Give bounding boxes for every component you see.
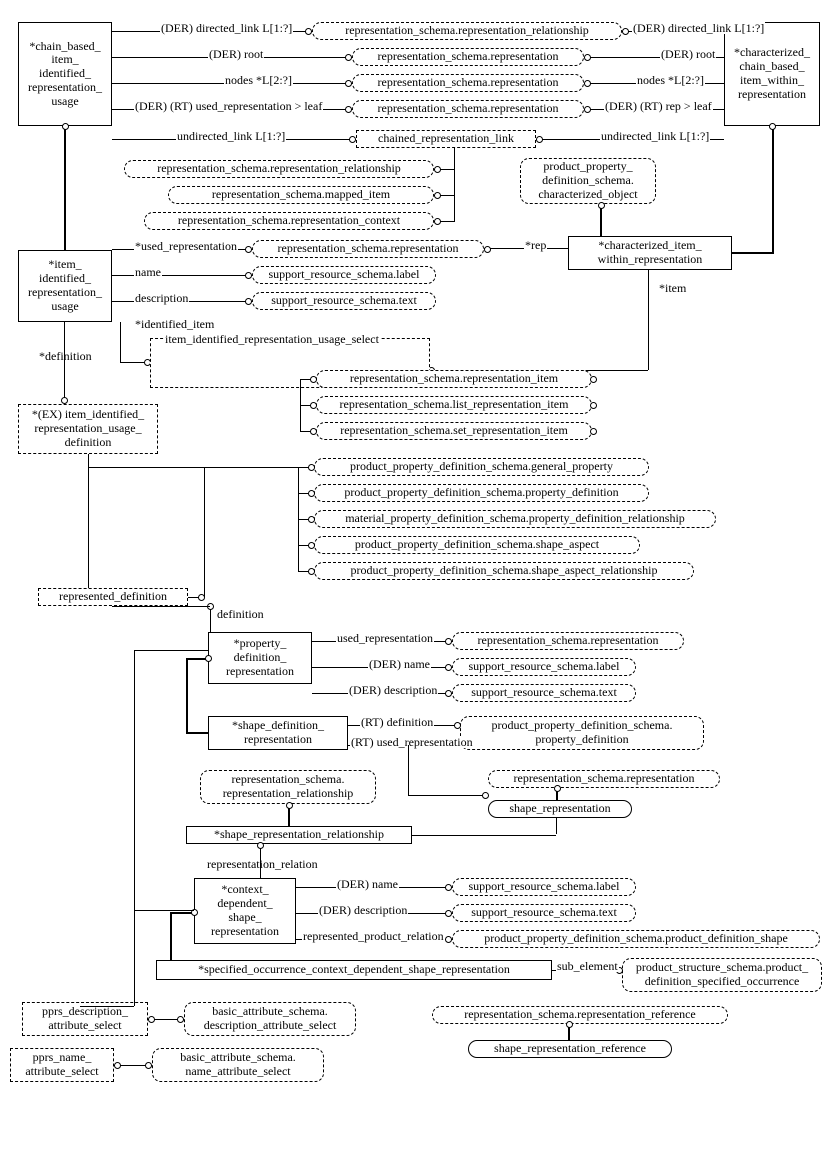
select-pds-attr: pprs_description_attribute_select (22, 1002, 148, 1036)
lbl-used-rep: *used_representation (134, 240, 238, 252)
pill-rsr-nodes: representation_schema.representation (352, 74, 584, 92)
pill-srs-label2: support_resource_schema.label (452, 658, 636, 676)
express-g-diagram: *chain_based_item_identified_representat… (0, 0, 834, 1157)
pill-bas-desc: basic_attribute_schema.description_attri… (184, 1002, 356, 1036)
pill-rsrr-box: representation_schema.representation_rel… (200, 770, 376, 804)
pill-rsrr-ref: representation_schema.representation_ref… (432, 1006, 728, 1024)
lbl-rt-def: (RT) definition (360, 716, 434, 728)
entity-chain-usage: *chain_based_item_identified_representat… (18, 22, 112, 126)
lbl-name: name (134, 266, 162, 278)
entity-item-usage: *item_identified_representation_usage (18, 250, 112, 322)
lbl-rep-leaf: (DER) (RT) rep > leaf (604, 100, 713, 112)
pill-srs-label: support_resource_schema.label (252, 266, 436, 284)
lbl-der-root-l: (DER) root (208, 48, 264, 60)
entity-pdr: *property_definition_representation (208, 632, 312, 684)
lbl-nodes-r: nodes *L[2:?] (636, 74, 705, 86)
pill-char-obj: product_property_definition_schema.chara… (520, 158, 656, 204)
pill-rsr-root: representation_schema.representation (352, 48, 584, 66)
pill-srs-text3: support_resource_schema.text (452, 904, 636, 922)
select-represented-definition: represented_definition (38, 588, 188, 606)
lbl-pdr-desc: (DER) description (348, 684, 438, 696)
lbl-definition: *definition (38, 350, 93, 362)
lbl-undir-l: undirected_link L[1:?] (176, 130, 286, 142)
pill-ppds-pd2: product_property_definition_schema.prope… (460, 716, 704, 750)
lbl-rep-rel: representation_relation (206, 858, 319, 870)
select-pns-attr: pprs_name_attribute_select (10, 1048, 114, 1082)
lbl-pdr-name: (DER) name (368, 658, 431, 670)
lbl-nodes-l: nodes *L[2:?] (224, 74, 293, 86)
lbl-rep: *rep (524, 239, 547, 251)
pill-ppds-pd: product_property_definition_schema.prope… (314, 484, 649, 502)
pill-rslri: representation_schema.list_representatio… (316, 396, 592, 414)
lbl-der-root-r: (DER) root (660, 48, 716, 60)
lbl-undir-r: undirected_link L[1:?] (600, 130, 710, 142)
lbl-pdr-def: definition (216, 608, 265, 620)
select-ex-iiru-def: *(EX) item_identified_representation_usa… (18, 404, 158, 454)
pill-rsrr-top: representation_schema.representation_rel… (312, 22, 622, 40)
lbl-der-dl-l: (DER) directed_link L[1:?] (160, 22, 293, 34)
pill-rsrr-link: representation_schema.representation_rel… (124, 160, 434, 178)
pill-ppds-pds: product_property_definition_schema.produ… (452, 930, 820, 948)
entity-cdsr: *context_dependent_shape_representation (194, 878, 296, 944)
lbl-used-leaf: (DER) (RT) used_representation > leaf (134, 100, 323, 112)
pill-ppds-sa: product_property_definition_schema.shape… (314, 536, 640, 554)
lbl-c-rpr: represented_product_relation (302, 930, 445, 942)
lbl-sub-el: sub_element (556, 960, 619, 972)
lbl-der-dl-r: (DER) directed_link L[1:?] (632, 22, 765, 34)
entity-socdsr: *specified_occurrence_context_dependent_… (156, 960, 552, 980)
pill-rsri: representation_schema.representation_ite… (316, 370, 592, 388)
lbl-c-name: (DER) name (336, 878, 399, 890)
entity-char-chain: *characterized_chain_based_item_within_r… (724, 22, 820, 126)
lbl-pdr-used: used_representation (336, 632, 434, 644)
lbl-rt-used: (RT) used_representation (350, 736, 474, 748)
pill-rsmi: representation_schema.mapped_item (168, 186, 434, 204)
select-item-usage-select-label: item_identified_representation_usage_sel… (164, 333, 380, 345)
pill-rsr-usedrep: representation_schema.representation (252, 240, 484, 258)
pill-srs-text: support_resource_schema.text (252, 292, 436, 310)
lbl-id-item: *identified_item (134, 318, 215, 330)
pill-mpds-pdr: material_property_definition_schema.prop… (314, 510, 716, 528)
entity-char-item: *characterized_item_within_representatio… (568, 236, 732, 270)
entity-sdr: *shape_definition_representation (208, 716, 348, 750)
pill-rsrc: representation_schema.representation_con… (144, 212, 434, 230)
lbl-item: *item (658, 282, 687, 294)
pill-rsr-leaf: representation_schema.representation (352, 100, 584, 118)
lbl-c-desc: (DER) description (318, 904, 408, 916)
pill-srs-text2: support_resource_schema.text (452, 684, 636, 702)
pill-srr-ref: shape_representation_reference (468, 1040, 672, 1058)
pill-rssri: representation_schema.set_representation… (316, 422, 592, 440)
pill-bas-name: basic_attribute_schema.name_attribute_se… (152, 1048, 324, 1082)
pill-ppds-sar: product_property_definition_schema.shape… (314, 562, 694, 580)
pill-pss-pdso: product_structure_schema.product_definit… (622, 958, 822, 992)
pill-shape-rep: shape_representation (488, 800, 632, 818)
select-chained-link: chained_representation_link (356, 130, 536, 148)
entity-srr: *shape_representation_relationship (186, 826, 412, 844)
pill-rsr-pdr: representation_schema.representation (452, 632, 684, 650)
pill-srs-label3: support_resource_schema.label (452, 878, 636, 896)
pill-ppds-gp: product_property_definition_schema.gener… (314, 458, 649, 476)
lbl-desc: description (134, 292, 189, 304)
pill-rsr-shape: representation_schema.representation (488, 770, 720, 788)
